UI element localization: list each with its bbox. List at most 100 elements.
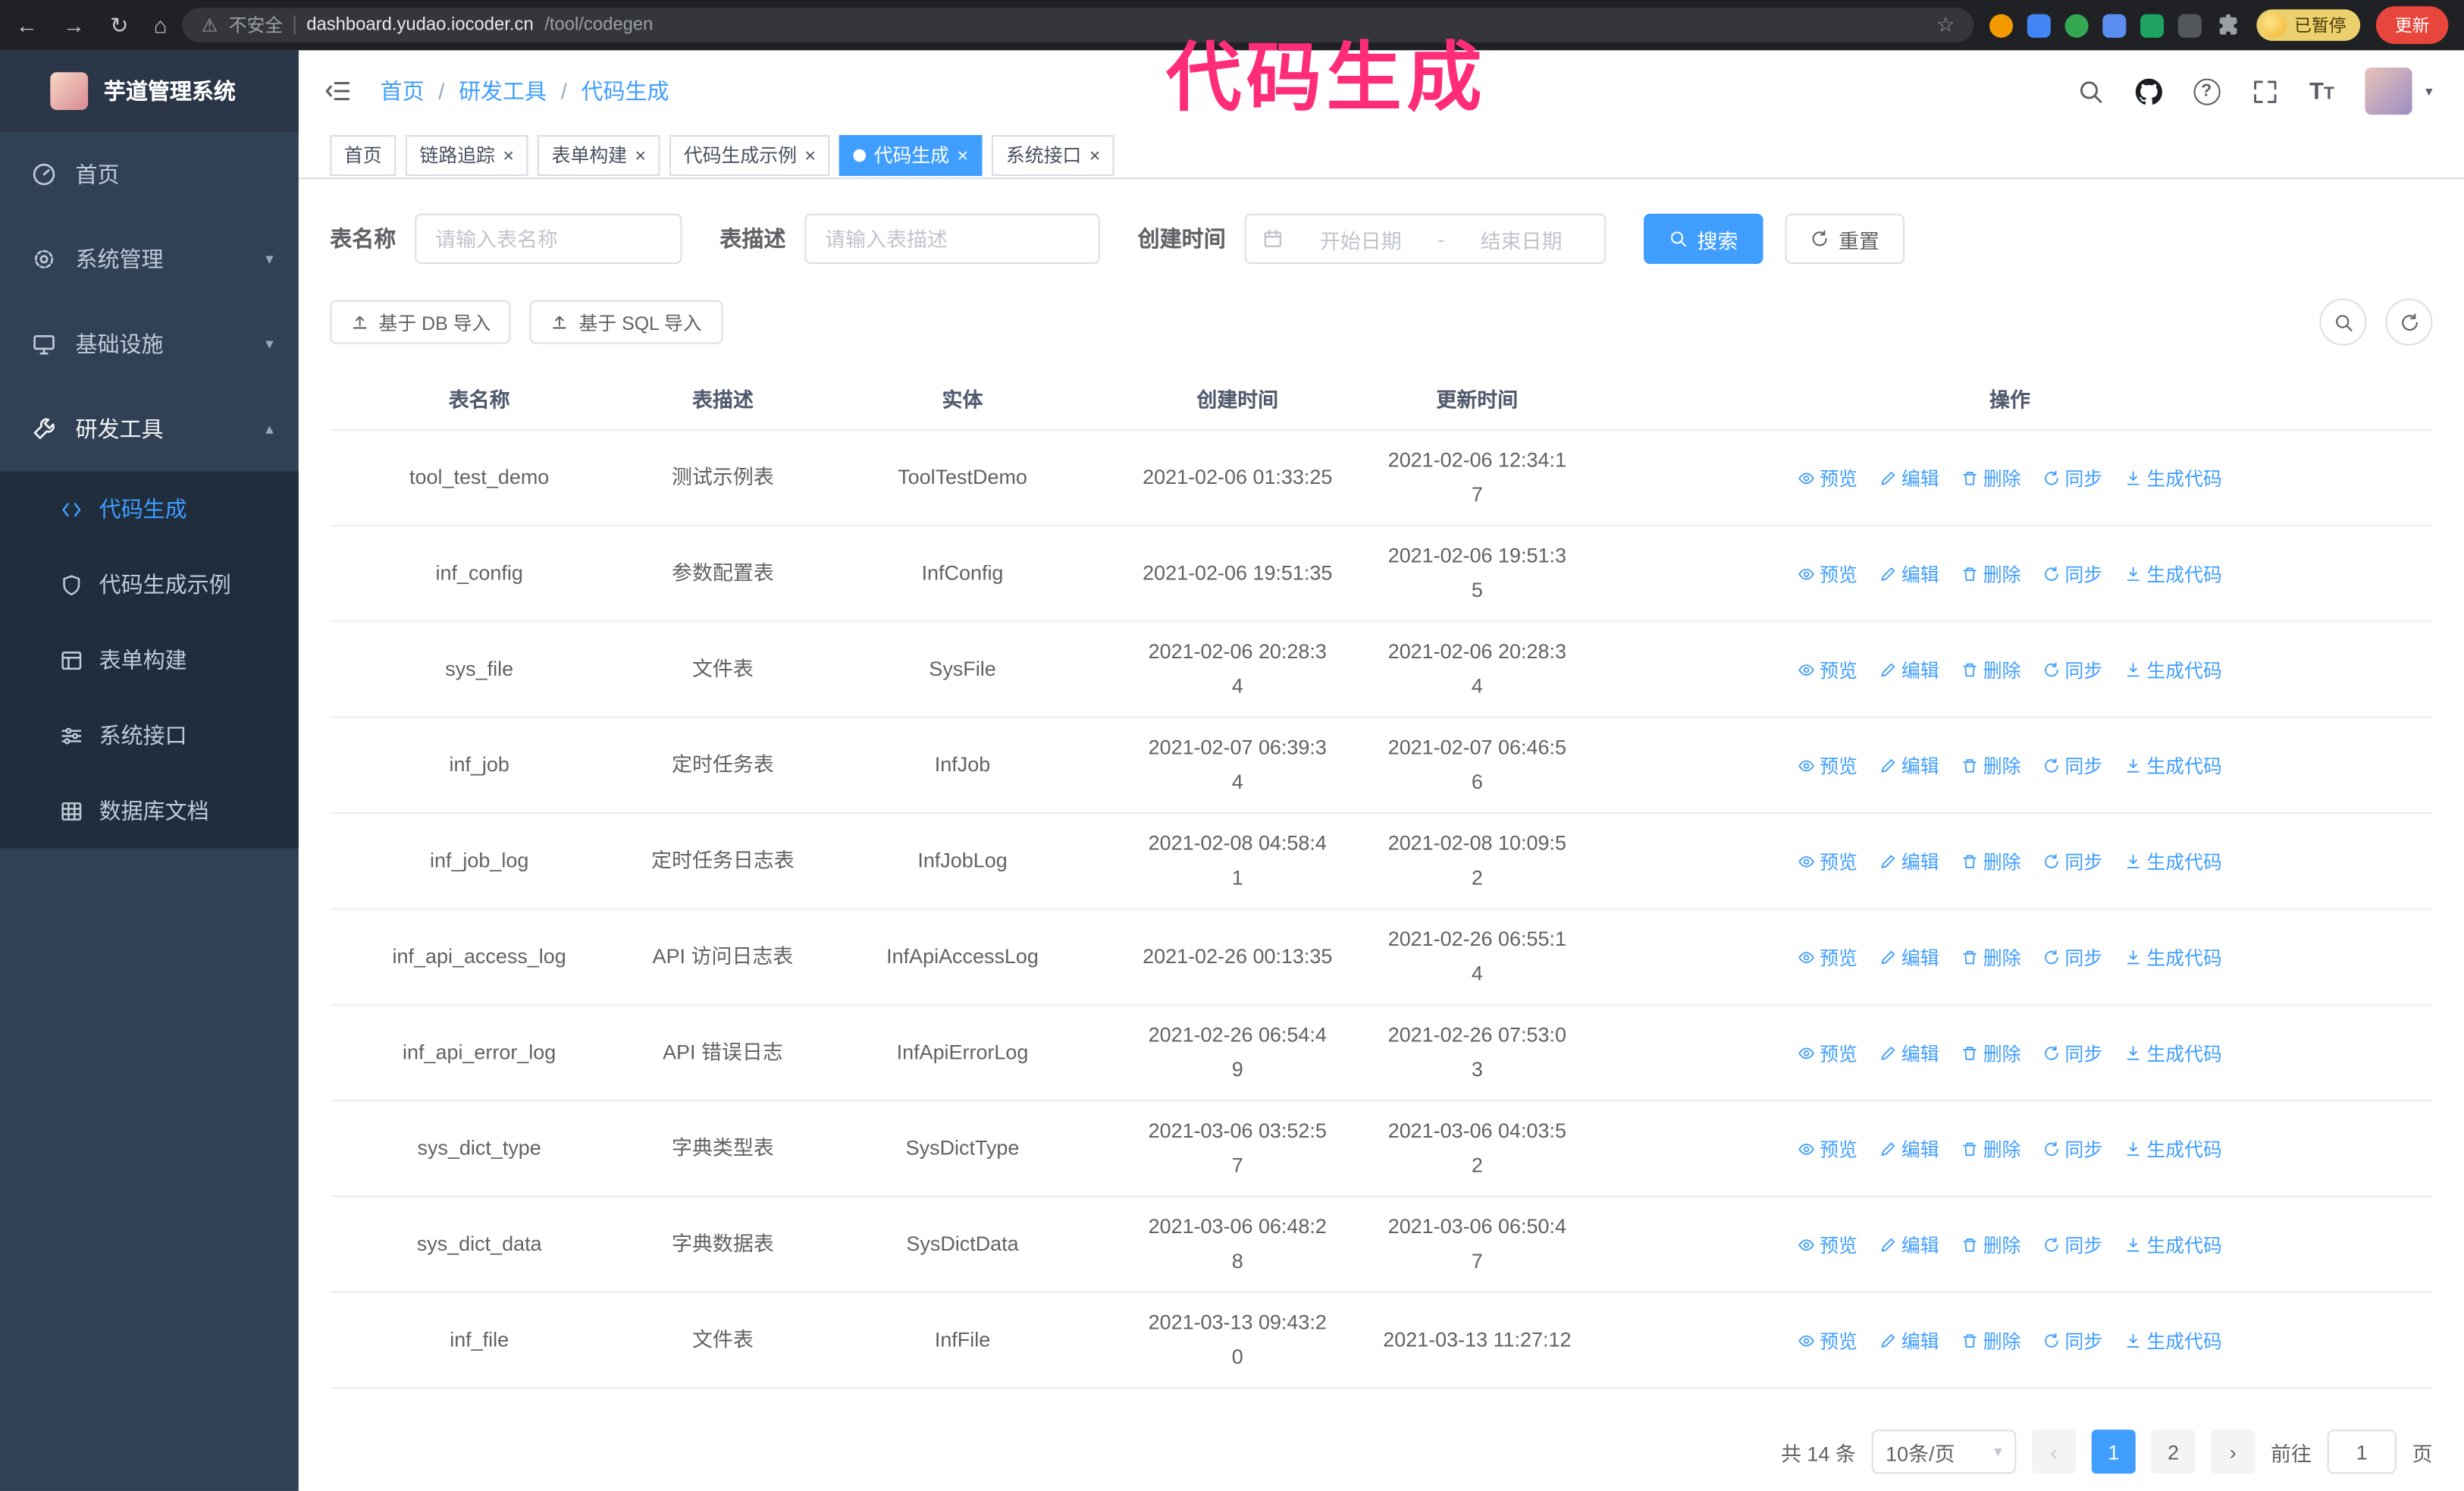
sidebar-item-system-api[interactable]: 系统接口	[0, 698, 299, 773]
sidebar-item-home[interactable]: 首页	[0, 132, 299, 217]
sync-link[interactable]: 同步	[2043, 464, 2102, 491]
date-range-picker[interactable]: 开始日期 - 结束日期	[1244, 213, 1607, 265]
delete-link[interactable]: 删除	[1961, 848, 2020, 874]
close-icon[interactable]: ×	[804, 146, 816, 165]
github-icon[interactable]	[2134, 77, 2162, 105]
tab-trace[interactable]: 链路追踪 ×	[405, 134, 528, 175]
extension-icon-6[interactable]	[2177, 13, 2202, 37]
sync-link[interactable]: 同步	[2043, 1135, 2102, 1162]
extension-icon-3[interactable]	[2064, 13, 2089, 37]
sidebar-item-db-doc[interactable]: 数据库文档	[0, 773, 299, 848]
generate-code-link[interactable]: 生成代码	[2124, 464, 2222, 491]
help-icon[interactable]: ?	[2193, 77, 2220, 105]
sync-link[interactable]: 同步	[2043, 848, 2102, 874]
generate-code-link[interactable]: 生成代码	[2124, 752, 2222, 778]
delete-link[interactable]: 删除	[1961, 464, 2020, 491]
reset-button[interactable]: 重置	[1785, 213, 1905, 265]
extension-icon-5[interactable]	[2140, 13, 2165, 37]
refresh-table-button[interactable]	[2385, 298, 2433, 346]
close-icon[interactable]: ×	[1089, 146, 1101, 165]
app-logo[interactable]: 芋道管理系统	[0, 50, 299, 133]
forward-icon[interactable]: →	[63, 13, 85, 38]
breadcrumb-devtools[interactable]: 研发工具	[459, 75, 547, 106]
tab-codegen[interactable]: 代码生成 ×	[839, 134, 983, 175]
fullscreen-icon[interactable]	[2251, 78, 2277, 105]
generate-code-link[interactable]: 生成代码	[2124, 560, 2222, 587]
extension-icon-2[interactable]	[2027, 13, 2051, 37]
generate-code-link[interactable]: 生成代码	[2124, 848, 2222, 874]
tab-home[interactable]: 首页	[330, 134, 397, 175]
delete-link[interactable]: 删除	[1961, 1039, 2020, 1066]
extension-icon-1[interactable]	[1989, 13, 2014, 37]
edit-link[interactable]: 编辑	[1879, 656, 1939, 683]
close-icon[interactable]: ×	[503, 146, 514, 165]
breadcrumb-codegen[interactable]: 代码生成	[581, 75, 669, 106]
page-button-2[interactable]: 2	[2151, 1430, 2196, 1474]
profile-paused-chip[interactable]: 已暂停	[2256, 9, 2361, 41]
generate-code-link[interactable]: 生成代码	[2124, 1231, 2222, 1257]
tab-codegen-example[interactable]: 代码生成示例 ×	[669, 134, 830, 175]
search-button[interactable]: 搜索	[1644, 213, 1763, 265]
preview-link[interactable]: 预览	[1798, 560, 1857, 587]
back-icon[interactable]: ←	[16, 13, 38, 38]
generate-code-link[interactable]: 生成代码	[2124, 943, 2222, 970]
next-page-button[interactable]: ›	[2211, 1430, 2256, 1474]
sync-link[interactable]: 同步	[2043, 943, 2102, 970]
bookmark-star-icon[interactable]: ☆	[1936, 13, 1955, 38]
sidebar-item-system[interactable]: 系统管理 ▾	[0, 217, 299, 302]
sidebar-item-form-builder[interactable]: 表单构建	[0, 622, 299, 697]
close-icon[interactable]: ×	[958, 146, 969, 165]
goto-page-input[interactable]	[2327, 1430, 2397, 1474]
preview-link[interactable]: 预览	[1798, 1326, 1857, 1353]
table-name-input[interactable]	[415, 213, 682, 265]
import-db-button[interactable]: 基于 DB 导入	[330, 300, 512, 344]
user-avatar[interactable]	[2365, 67, 2413, 115]
generate-code-link[interactable]: 生成代码	[2124, 1135, 2222, 1162]
delete-link[interactable]: 删除	[1961, 1135, 2020, 1162]
toggle-search-button[interactable]	[2319, 298, 2367, 346]
sync-link[interactable]: 同步	[2043, 1039, 2102, 1066]
delete-link[interactable]: 删除	[1961, 656, 2020, 683]
close-icon[interactable]: ×	[635, 146, 647, 165]
preview-link[interactable]: 预览	[1798, 1039, 1857, 1066]
edit-link[interactable]: 编辑	[1879, 1039, 1939, 1066]
table-desc-input[interactable]	[804, 213, 1100, 265]
puzzle-extensions-icon[interactable]	[2216, 13, 2241, 38]
sync-link[interactable]: 同步	[2043, 752, 2102, 778]
generate-code-link[interactable]: 生成代码	[2124, 1326, 2222, 1353]
preview-link[interactable]: 预览	[1798, 848, 1857, 874]
edit-link[interactable]: 编辑	[1879, 560, 1939, 587]
home-icon[interactable]: ⌂	[154, 13, 168, 38]
edit-link[interactable]: 编辑	[1879, 1135, 1939, 1162]
preview-link[interactable]: 预览	[1798, 752, 1857, 778]
search-icon[interactable]	[2077, 78, 2103, 105]
generate-code-link[interactable]: 生成代码	[2124, 1039, 2222, 1066]
sync-link[interactable]: 同步	[2043, 656, 2102, 683]
import-sql-button[interactable]: 基于 SQL 导入	[530, 300, 723, 344]
page-size-select[interactable]: 10条/页 ▾	[1871, 1430, 2017, 1474]
prev-page-button[interactable]: ‹	[2031, 1430, 2076, 1474]
url-bar[interactable]: ⚠ 不安全 dashboard.yudao.iocoder.cn /tool/c…	[182, 8, 1974, 42]
sync-link[interactable]: 同步	[2043, 1326, 2102, 1353]
preview-link[interactable]: 预览	[1798, 1231, 1857, 1257]
preview-link[interactable]: 预览	[1798, 464, 1857, 491]
sidebar-fold-icon[interactable]	[324, 77, 352, 105]
delete-link[interactable]: 删除	[1961, 943, 2020, 970]
edit-link[interactable]: 编辑	[1879, 1231, 1939, 1257]
browser-update-button[interactable]: 更新	[2375, 6, 2449, 45]
sidebar-item-infra[interactable]: 基础设施 ▾	[0, 302, 299, 387]
sync-link[interactable]: 同步	[2043, 1231, 2102, 1257]
extension-icon-4[interactable]	[2102, 13, 2127, 37]
generate-code-link[interactable]: 生成代码	[2124, 656, 2222, 683]
sync-link[interactable]: 同步	[2043, 560, 2102, 587]
avatar-caret-icon[interactable]: ▾	[2425, 83, 2432, 100]
sidebar-item-codegen[interactable]: 代码生成	[0, 471, 299, 546]
delete-link[interactable]: 删除	[1961, 1326, 2020, 1353]
edit-link[interactable]: 编辑	[1879, 943, 1939, 970]
preview-link[interactable]: 预览	[1798, 943, 1857, 970]
preview-link[interactable]: 预览	[1798, 656, 1857, 683]
preview-link[interactable]: 预览	[1798, 1135, 1857, 1162]
sidebar-item-devtools[interactable]: 研发工具 ▴	[0, 387, 299, 472]
font-size-icon[interactable]: TT	[2309, 78, 2334, 105]
delete-link[interactable]: 删除	[1961, 1231, 2020, 1257]
